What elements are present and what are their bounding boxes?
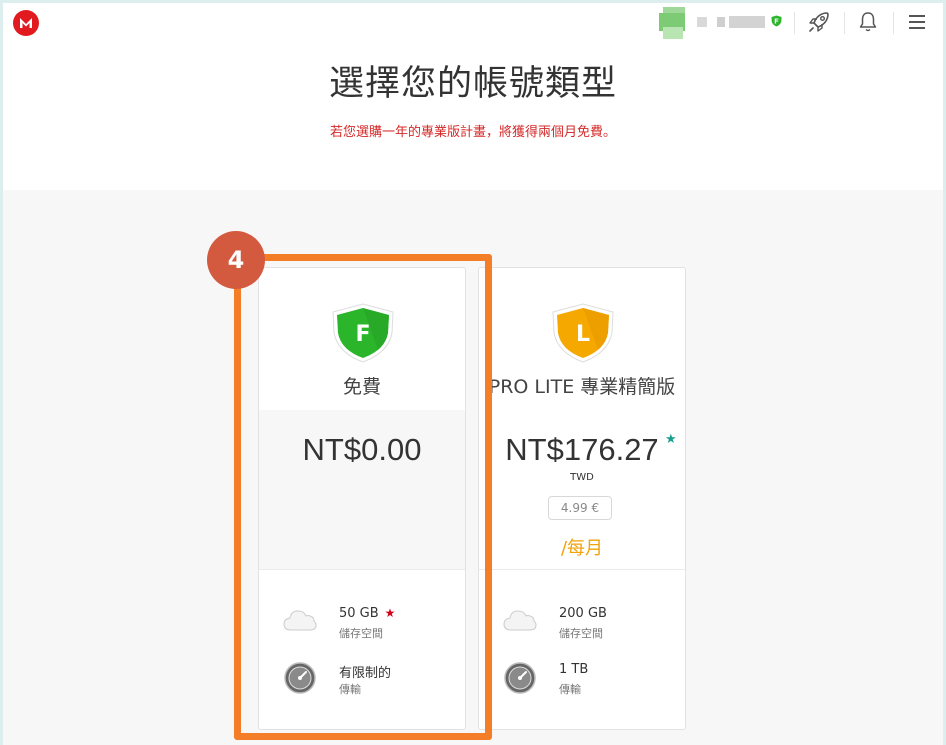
storage-value: 200 GB [559, 606, 607, 621]
svg-text:F: F [774, 18, 779, 26]
transfer-gauge-icon [504, 662, 536, 694]
divider [844, 12, 845, 34]
mega-logo[interactable] [13, 10, 39, 36]
price-section: NT$176.27 ★ TWD 4.99 € /每月 [479, 410, 685, 569]
divider [794, 12, 795, 34]
currency-code: TWD [570, 472, 594, 483]
highlight-frame [234, 254, 492, 740]
cloud-storage-icon [503, 610, 537, 631]
price-star-icon: ★ [665, 432, 677, 447]
header-area: F 選擇您的帳號類型 若您選購一年的專業版計畫，將獲得兩個月免費。 [3, 3, 943, 190]
divider [479, 569, 685, 570]
storage-label: 儲存空間 [559, 627, 603, 640]
plan-card-pro-lite[interactable]: L PRO LITE 專業精簡版 NT$176.27 ★ TWD 4.99 € … [478, 267, 686, 730]
divider [893, 12, 894, 34]
svg-text:L: L [576, 322, 590, 347]
billing-period: /每月 [560, 538, 604, 559]
bell-icon[interactable] [856, 10, 880, 34]
hamburger-menu-icon[interactable] [905, 10, 929, 34]
euro-price: 4.99 € [548, 496, 612, 520]
step-number-badge: 4 [207, 231, 265, 289]
plan-name: PRO LITE 專業精簡版 [488, 376, 676, 398]
transfer-label: 傳輸 [559, 683, 581, 696]
account-plan-badge-icon: F [771, 15, 782, 27]
pro-lite-plan-badge-icon: L [552, 303, 614, 363]
transfer-value: 1 TB [559, 662, 589, 677]
promo-text: 若您選購一年的專業版計畫，將獲得兩個月免費。 [329, 125, 616, 140]
plan-price: NT$176.27 [505, 432, 659, 467]
page: F 選擇您的帳號類型 若您選購一年的專業版計畫，將獲得兩個月免費。 F 免費 N… [3, 3, 943, 745]
account-name-blurred[interactable] [659, 7, 765, 39]
page-title: 選擇您的帳號類型 [328, 64, 617, 104]
rocket-icon[interactable] [807, 10, 831, 34]
